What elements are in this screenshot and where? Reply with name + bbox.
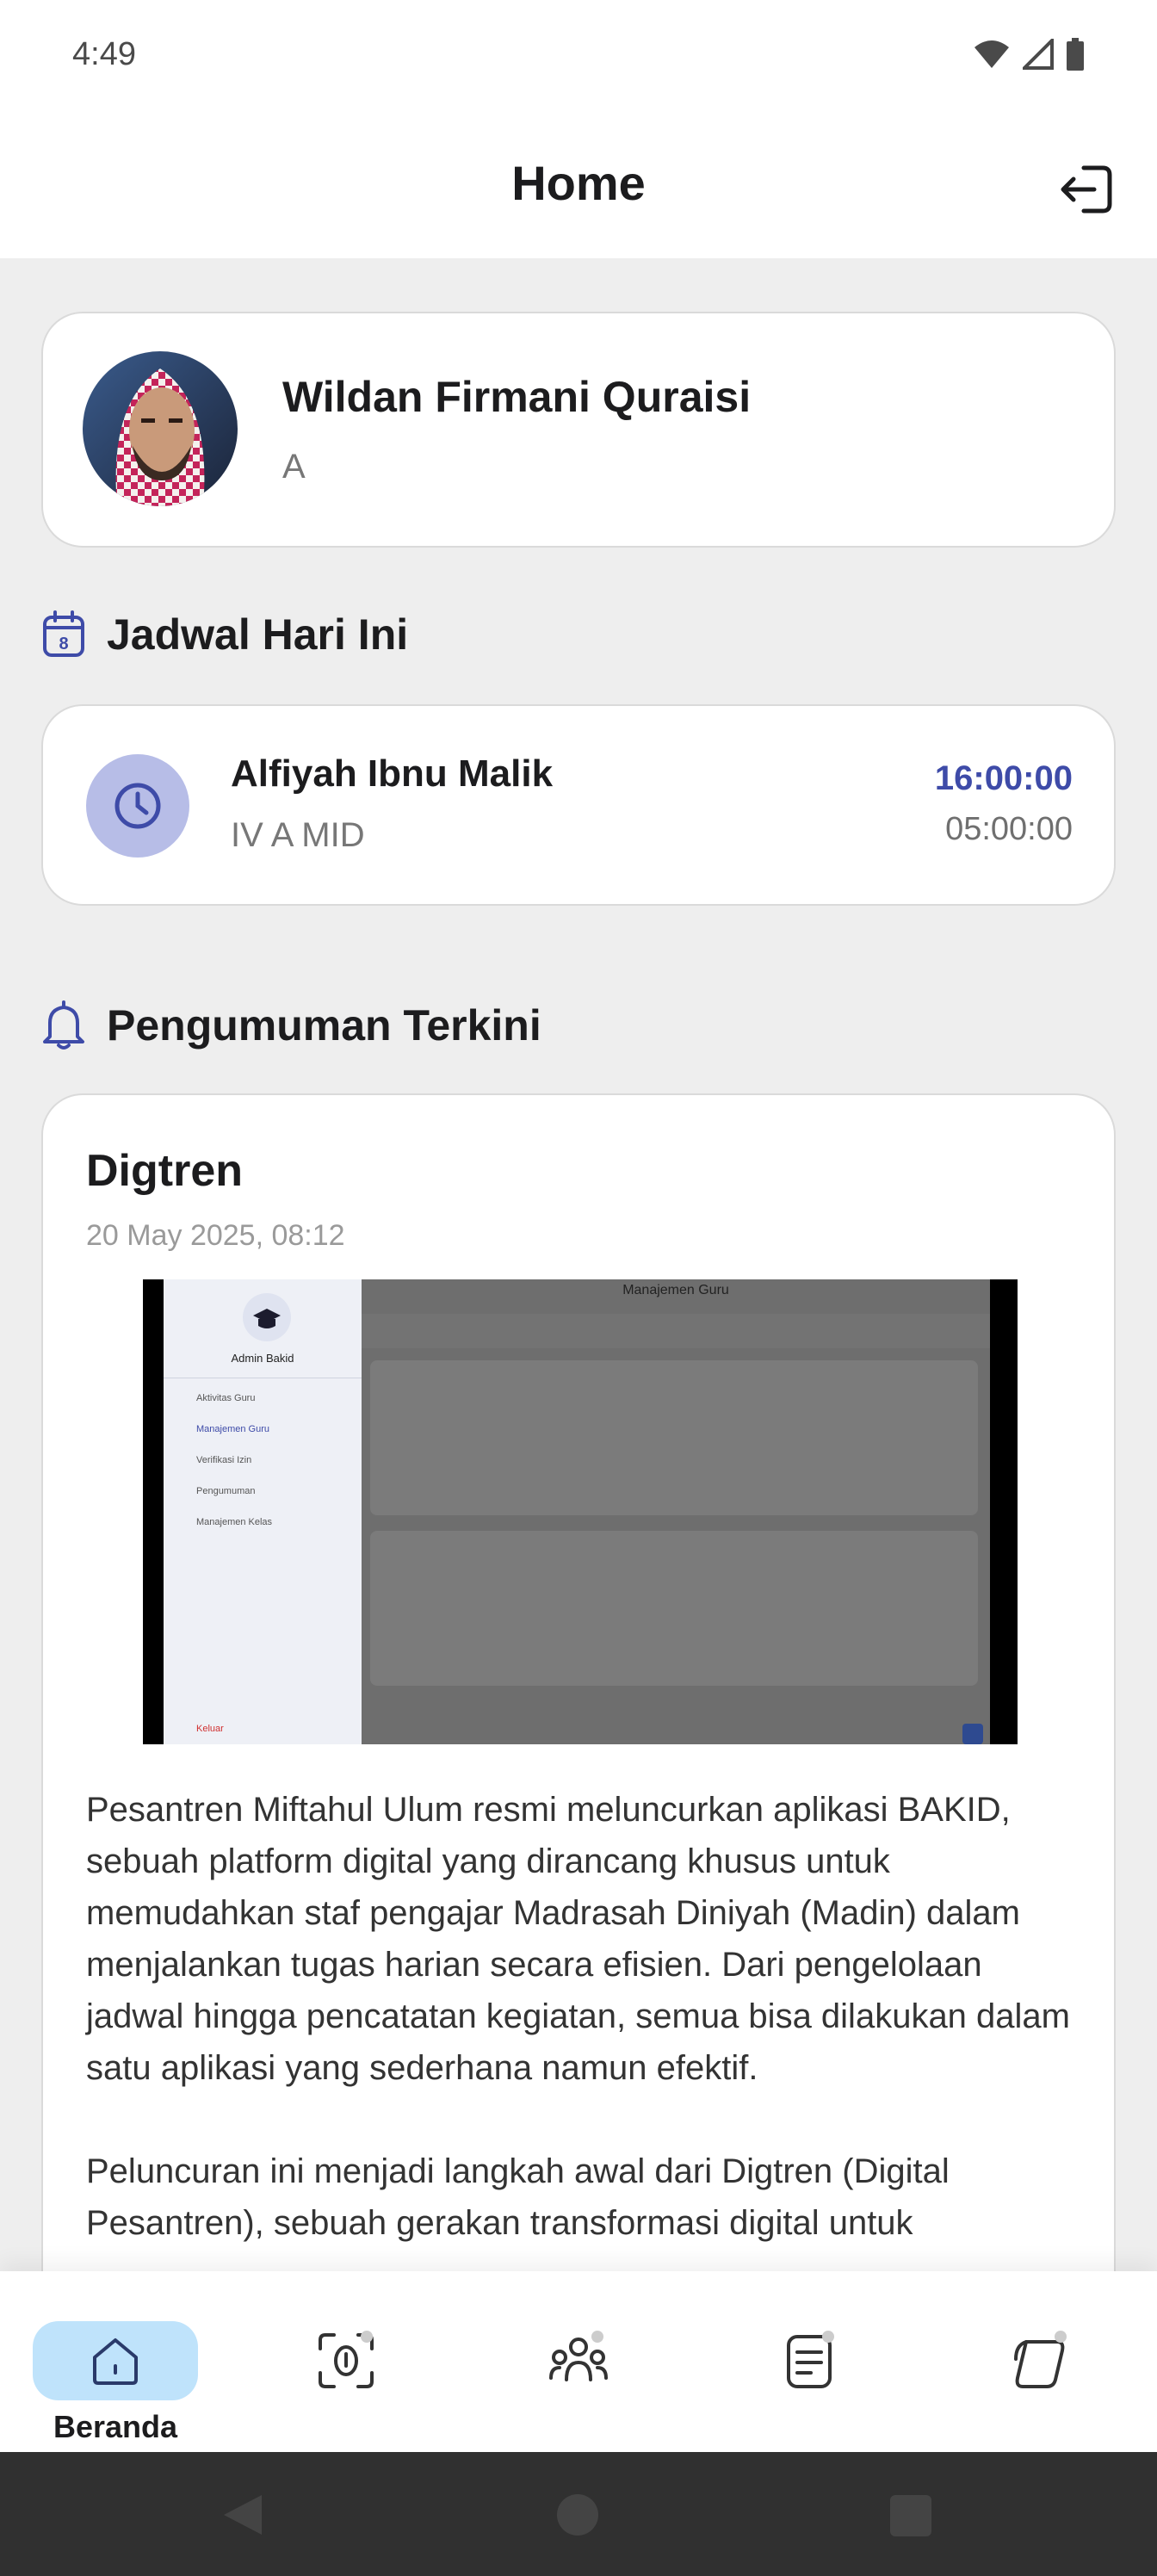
nav-beranda-label: Beranda	[53, 2409, 178, 2444]
profile-class: A	[282, 448, 306, 486]
status-bar: 4:49	[0, 0, 1157, 121]
mini-menu-item: Verifikasi Izin	[196, 1455, 252, 1465]
announcement-title: Digtren	[86, 1146, 243, 1196]
profile-name: Wildan Firmani Quraisi	[282, 373, 752, 421]
nav-documents[interactable]	[727, 2295, 899, 2433]
face-scan-icon	[319, 2331, 374, 2388]
home-icon	[93, 2338, 138, 2385]
schedule-heading: Jadwal Hari Ini	[107, 610, 409, 659]
page-title: Home	[511, 156, 646, 210]
nav-beranda[interactable]: Beranda	[33, 2295, 205, 2444]
announcement-paragraph: Peluncuran ini menjadi langkah awal dari…	[86, 2152, 950, 2242]
home-circle-icon[interactable]	[556, 2493, 599, 2536]
schedule-end-time: 05:00:00	[945, 811, 1073, 847]
system-nav-bar	[0, 2452, 1157, 2576]
graduation-cap-icon	[243, 1293, 291, 1341]
mini-sidebar-title: Admin Bakid	[231, 1352, 294, 1365]
calendar-icon: 8	[43, 610, 84, 657]
announcement-heading: Pengumuman Terkini	[107, 1001, 541, 1050]
status-time: 4:49	[72, 36, 136, 72]
avatar	[83, 351, 238, 506]
clock-icon	[86, 754, 189, 858]
mini-menu-item: Manajemen Guru	[196, 1424, 269, 1434]
bottom-nav: Beranda	[0, 2271, 1157, 2452]
nav-groups[interactable]	[496, 2295, 668, 2433]
profile-card[interactable]: Wildan Firmani Quraisi A	[41, 312, 1116, 548]
group-icon	[549, 2331, 608, 2381]
mini-screen-title: Manajemen Guru	[622, 1283, 729, 1297]
announcement-body: Pesantren Miftahul Ulum resmi meluncurka…	[86, 1784, 1076, 2271]
schedule-item-card[interactable]: Alfiyah Ibnu Malik IV A MID 16:00:00 05:…	[41, 704, 1116, 906]
mini-menu-item: Aktivitas Guru	[196, 1393, 256, 1403]
document-icon	[787, 2331, 834, 2388]
mini-menu-item: Pengumuman	[196, 1486, 256, 1496]
status-icons	[973, 38, 1085, 71]
mini-menu-item: Manajemen Kelas	[196, 1517, 273, 1527]
wifi-icon	[974, 40, 1009, 68]
schedule-start-time: 16:00:00	[934, 759, 1073, 797]
logout-button[interactable]	[1050, 153, 1123, 226]
logout-icon	[1061, 165, 1112, 214]
stack-icon	[1014, 2331, 1067, 2388]
recents-icon[interactable]	[890, 2495, 931, 2536]
announcement-card[interactable]: Digtren 20 May 2025, 08:12 Admin Bakid A…	[41, 1093, 1116, 2271]
schedule-subject: Alfiyah Ibnu Malik	[231, 752, 554, 795]
svg-text:8: 8	[59, 635, 68, 653]
app-bar: Home	[0, 121, 1157, 258]
battery-icon	[1067, 38, 1084, 71]
nav-attendance[interactable]	[263, 2295, 436, 2433]
nav-stack[interactable]	[957, 2295, 1129, 2433]
mini-card	[370, 1360, 978, 1515]
mini-logout-label: Keluar	[196, 1724, 224, 1734]
schedule-section-header: 8 Jadwal Hari Ini	[41, 610, 408, 659]
announcement-section-header: Pengumuman Terkini	[41, 1000, 541, 1050]
mini-sidebar: Admin Bakid Aktivitas Guru Manajemen Gur…	[164, 1279, 362, 1744]
bell-icon	[43, 1000, 84, 1050]
home-content[interactable]: Wildan Firmani Quraisi A 8 Jadwal Hari I…	[0, 258, 1157, 2271]
announcement-date: 20 May 2025, 08:12	[86, 1219, 345, 1252]
back-icon[interactable]	[219, 2492, 265, 2538]
schedule-class: IV A MID	[231, 816, 365, 854]
signal-icon	[1023, 39, 1054, 70]
announcement-image: Admin Bakid Aktivitas Guru Manajemen Gur…	[143, 1279, 1018, 1744]
mini-main: Manajemen Guru	[362, 1279, 990, 1744]
announcement-paragraph: Pesantren Miftahul Ulum resmi meluncurka…	[86, 1791, 1070, 2087]
mini-card	[370, 1531, 978, 1686]
